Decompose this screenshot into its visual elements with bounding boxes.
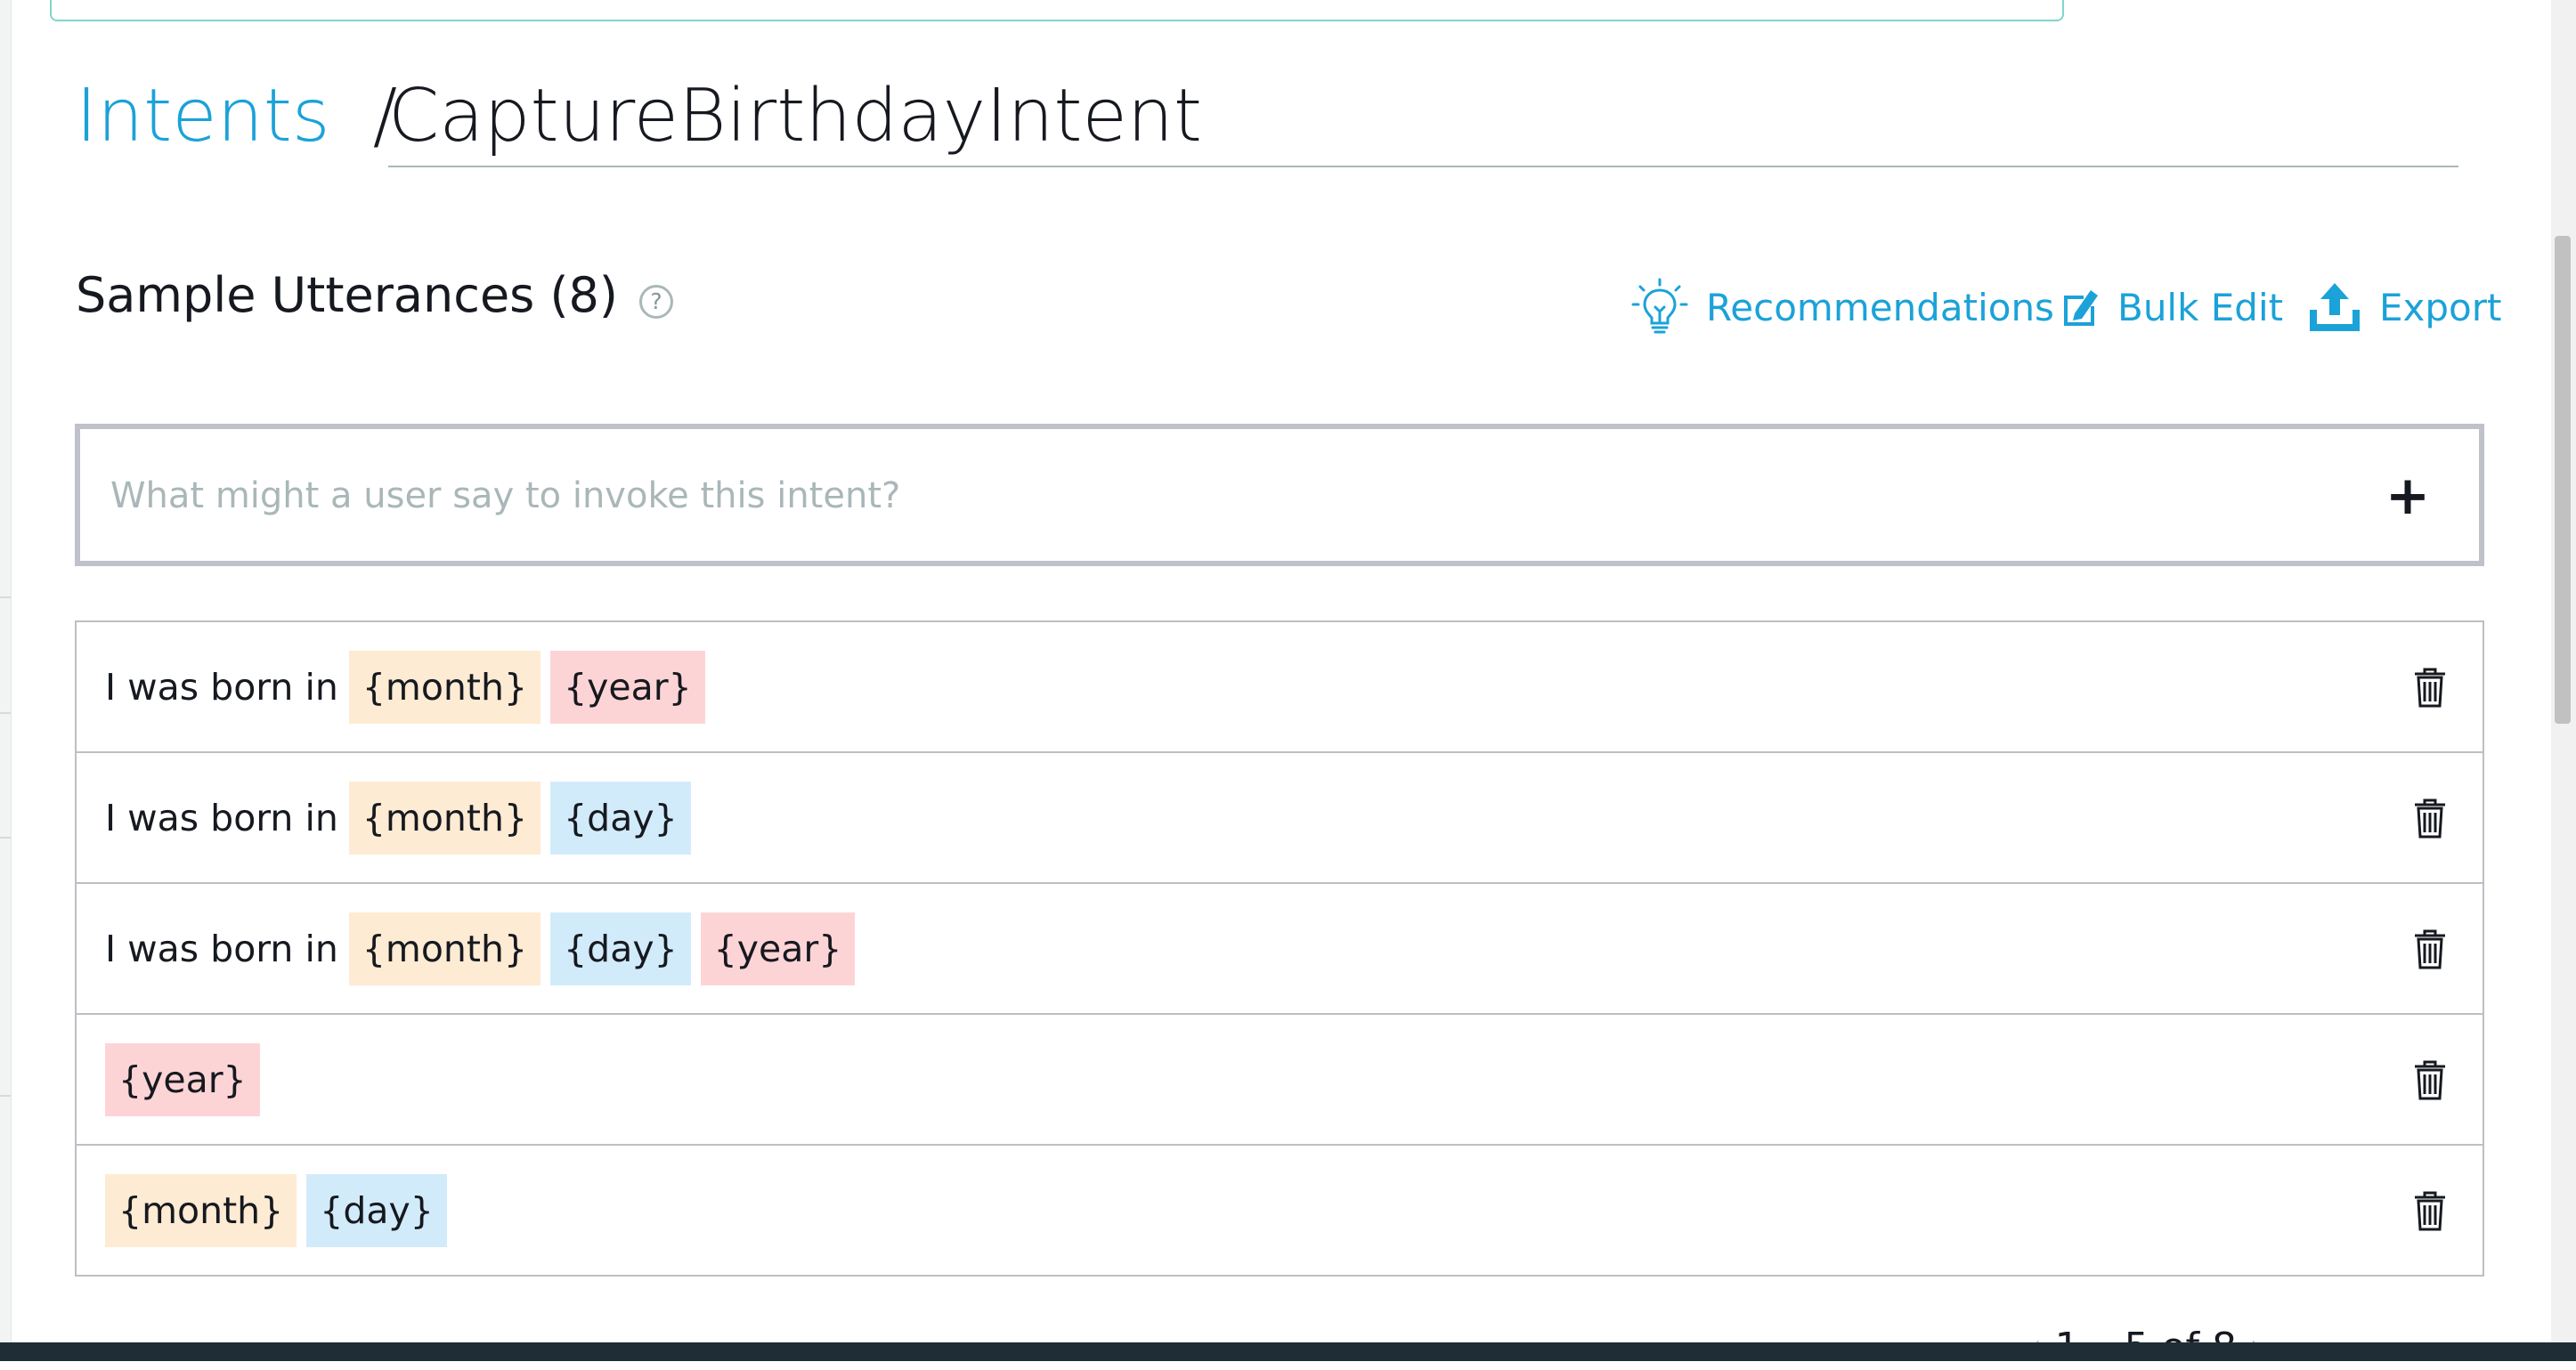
- rail-divider: [0, 1095, 11, 1097]
- utterance-row[interactable]: {month} {day}: [77, 1146, 2483, 1275]
- utterance-row[interactable]: I was born in {month} {day} {year}: [77, 884, 2483, 1015]
- recommendations-label: Recommendations: [1706, 285, 2054, 329]
- slot-tag[interactable]: {month}: [348, 912, 541, 985]
- slot-tag[interactable]: {year}: [105, 1042, 260, 1116]
- slot-tag[interactable]: {year}: [550, 650, 705, 724]
- delete-utterance-icon[interactable]: [2413, 667, 2447, 711]
- lightbulb-icon: [1631, 278, 1688, 334]
- delete-utterance-icon[interactable]: [2413, 798, 2447, 842]
- bottom-bar: [0, 1342, 2576, 1361]
- new-utterance-box: +: [75, 424, 2484, 566]
- add-utterance-button[interactable]: +: [2381, 463, 2434, 529]
- utterance-row[interactable]: {year}: [77, 1015, 2483, 1146]
- slot-tag[interactable]: {day}: [306, 1173, 447, 1247]
- scrollbar-thumb[interactable]: [2555, 236, 2571, 724]
- bulk-edit-label: Bulk Edit: [2117, 285, 2284, 329]
- rail-divider: [0, 837, 11, 839]
- utterance-text: I was born in: [105, 665, 338, 709]
- slot-tag[interactable]: {day}: [550, 912, 691, 985]
- export-icon: [2310, 283, 2360, 331]
- slot-tag[interactable]: {month}: [105, 1173, 297, 1247]
- intent-name-field-wrapper: [388, 62, 2458, 167]
- rail-divider: [0, 712, 11, 714]
- slot-tag[interactable]: {day}: [550, 781, 691, 855]
- utterance-actions: Recommendations Bulk Edit Export: [0, 278, 2576, 336]
- export-label: Export: [2379, 285, 2502, 329]
- delete-utterance-icon[interactable]: [2413, 928, 2447, 973]
- intent-name-input[interactable]: [388, 74, 2458, 158]
- utterance-row[interactable]: I was born in {month} {year}: [77, 622, 2483, 753]
- breadcrumb-intents-link[interactable]: Intents: [76, 74, 330, 158]
- rail-divider: [0, 596, 11, 598]
- scrollbar-track[interactable]: [2551, 0, 2576, 1342]
- export-button[interactable]: Export: [2308, 278, 2501, 336]
- bulk-edit-icon: [2064, 290, 2098, 326]
- new-utterance-input[interactable]: [109, 461, 2338, 531]
- slot-tag[interactable]: {year}: [700, 912, 856, 985]
- recommendations-button[interactable]: Recommendations: [1631, 278, 2054, 336]
- slot-tag[interactable]: {month}: [348, 781, 541, 855]
- utterance-list: I was born in {month} {year} I was born in{…: [75, 620, 2484, 1277]
- delete-utterance-icon[interactable]: [2413, 1059, 2447, 1104]
- breadcrumb: Intents /: [76, 62, 420, 169]
- utterance-text: I was born in: [105, 927, 338, 970]
- bulk-edit-button[interactable]: Bulk Edit: [2059, 278, 2283, 336]
- utterance-text: I was born in: [105, 796, 338, 839]
- delete-utterance-icon[interactable]: [2413, 1190, 2447, 1235]
- top-banner: [50, 0, 2064, 21]
- utterance-row[interactable]: I was born in {month} {day}: [77, 753, 2483, 884]
- left-rail: [0, 0, 12, 1344]
- slot-tag[interactable]: {month}: [348, 650, 541, 724]
